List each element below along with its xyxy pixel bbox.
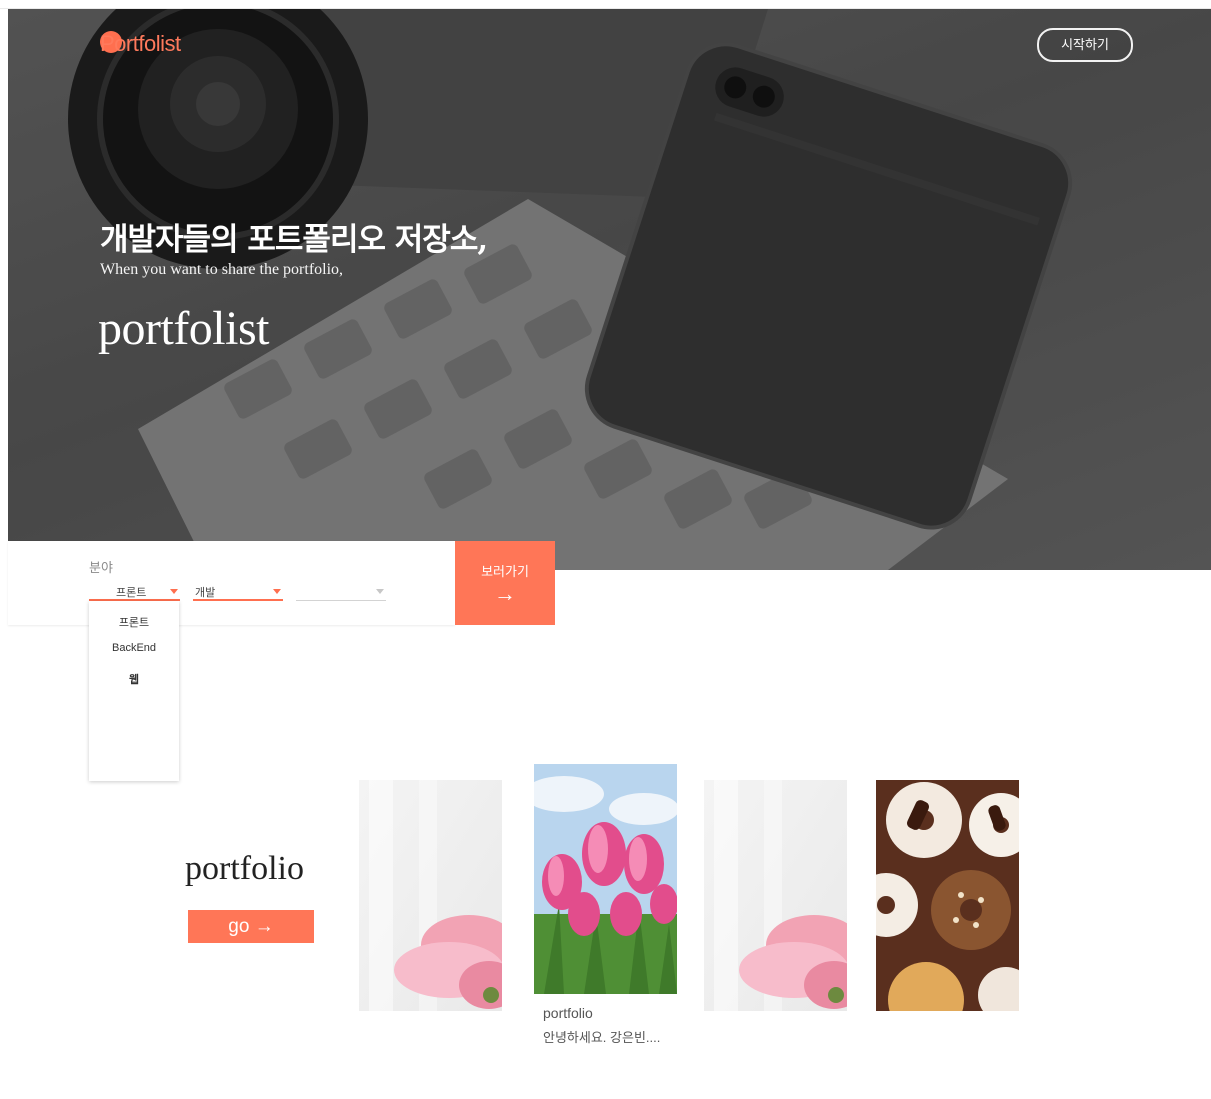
filter-label: 분야 — [89, 560, 113, 575]
category-select[interactable]: 개발 — [193, 581, 283, 601]
featured-caption-text: 안녕하세요. 강은빈.... — [543, 1030, 661, 1045]
portfolio-title: portfolio — [185, 850, 304, 887]
start-button[interactable]: 시작하기 — [1037, 28, 1133, 62]
field-dropdown: 프론트 BackEnd 웹 — [89, 601, 179, 781]
portfolio-thumbnail-4 — [876, 780, 1019, 1011]
dropdown-option-front[interactable]: 프론트 — [89, 614, 179, 630]
browse-button-label: 보러가기 — [481, 564, 529, 579]
select-underline — [193, 599, 283, 601]
caret-down-icon — [170, 589, 178, 594]
field-select-value: 프론트 — [116, 587, 147, 599]
dropdown-option-web[interactable]: 웹 — [89, 671, 179, 687]
portfolio-card-3[interactable] — [704, 780, 847, 1011]
logo[interactable]: Portfolist — [100, 31, 181, 57]
portfolio-thumbnail-1 — [359, 780, 502, 1011]
select-underline — [296, 600, 386, 601]
top-border — [0, 0, 1211, 9]
filter-bar: 분야 프론트 개발 — [8, 541, 455, 625]
hero-brand: portfolist — [98, 302, 270, 355]
field-select[interactable]: 프론트 — [89, 581, 180, 601]
hero-banner: Portfolist 시작하기 개발자들의 포트폴리오 저장소, When yo… — [8, 9, 1211, 570]
portfolio-go-button[interactable]: go → — [188, 910, 314, 943]
arrow-right-icon: → — [494, 581, 516, 606]
browse-button[interactable]: 보러가기 → — [455, 541, 555, 625]
hero-subtitle: When you want to share the portfolio, — [100, 261, 344, 278]
category-select-value: 개발 — [195, 587, 216, 599]
portfolio-thumbnail-featured — [534, 764, 677, 994]
portfolio-card-4[interactable] — [876, 780, 1019, 1011]
portfolio-thumbnail-3 — [704, 780, 847, 1011]
caret-down-icon — [376, 589, 384, 594]
featured-caption-title: portfolio — [543, 1005, 593, 1021]
caret-down-icon — [273, 589, 281, 594]
hero-background-image — [8, 9, 1211, 570]
sub-select[interactable] — [296, 581, 386, 601]
portfolio-card-featured[interactable] — [534, 764, 677, 994]
portfolio-card-1[interactable] — [359, 780, 502, 1011]
dropdown-option-backend[interactable]: BackEnd — [89, 642, 179, 654]
hero-title: 개발자들의 포트폴리오 저장소, — [100, 222, 488, 258]
logo-text: Portfolist — [100, 31, 181, 56]
